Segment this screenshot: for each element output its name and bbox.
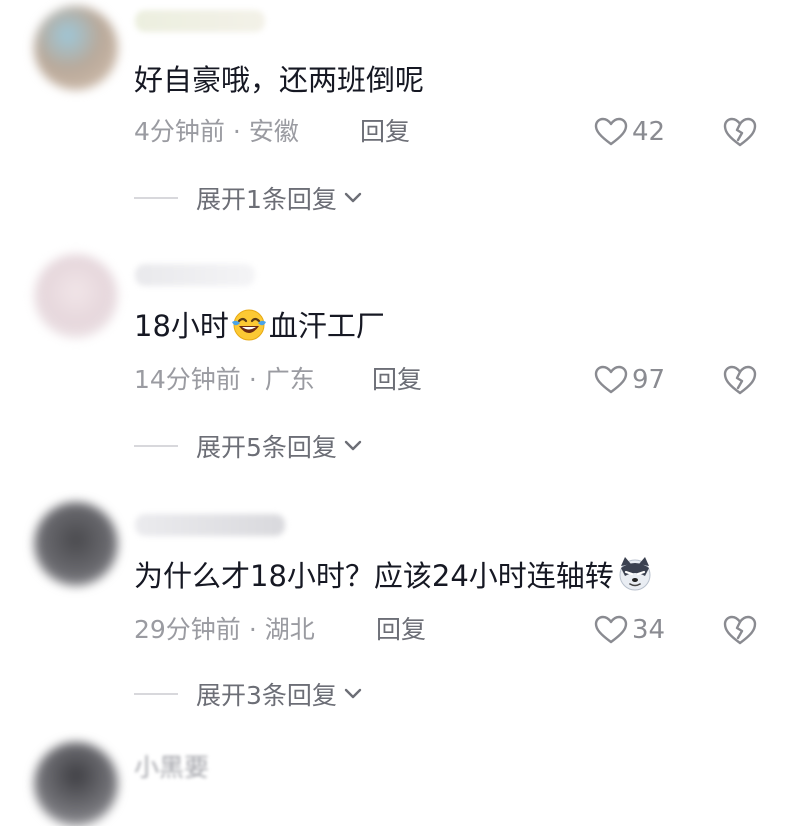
comment-item-3: 为什么才18小时？应该24小时连轴转 29分钟前 · 湖北 回复 34 展开3条回复	[0, 500, 800, 750]
separator-dot: ·	[248, 365, 257, 394]
comment-item-1: 好自豪哦，还两班倒呢 4分钟前 · 安徽 回复 42 展开1条回复	[0, 0, 800, 250]
divider-line	[134, 197, 178, 199]
comment-location: 广东	[264, 365, 315, 394]
heart-icon	[594, 365, 628, 394]
comment-time: 4分钟前	[134, 117, 225, 146]
like-count: 42	[632, 117, 666, 147]
comment-text-part: 为什么才18小时？应该24小时连轴转	[134, 559, 614, 593]
comment-location: 湖北	[264, 615, 315, 644]
chevron-down-icon	[344, 688, 362, 699]
expand-replies-button[interactable]: 展开1条回复	[134, 182, 363, 214]
expand-replies-label: 展开5条回复	[196, 433, 337, 462]
like-button[interactable]: 42	[594, 116, 665, 148]
divider-line	[134, 445, 178, 447]
crying-laughing-emoji	[231, 309, 266, 341]
username[interactable]	[135, 10, 265, 32]
expand-replies-button[interactable]: 展开3条回复	[134, 678, 363, 710]
separator-dot: ·	[232, 117, 241, 146]
reply-button[interactable]: 回复	[372, 364, 422, 396]
comment-text: 为什么才18小时？应该24小时连轴转	[134, 556, 656, 594]
expand-replies-button[interactable]: 展开5条回复	[134, 430, 363, 462]
comment-item-2: 18小时 血汗工厂 14分钟前 · 广东 回复 97 展开5条回复	[0, 250, 800, 500]
husky-dog-emoji	[619, 557, 651, 591]
like-count: 34	[632, 615, 666, 645]
comment-text: 好自豪哦，还两班倒呢	[134, 63, 425, 97]
divider-line	[134, 693, 178, 695]
like-button[interactable]: 34	[594, 614, 665, 646]
heart-icon	[594, 117, 628, 146]
like-count: 97	[632, 365, 666, 395]
chevron-down-icon	[344, 440, 362, 451]
broken-heart-icon[interactable]	[722, 364, 758, 396]
comment-text-part: 18小时	[134, 309, 229, 343]
chevron-down-icon	[344, 192, 362, 203]
avatar[interactable]	[34, 254, 118, 338]
broken-heart-icon[interactable]	[722, 614, 758, 646]
username[interactable]: 小黑要	[134, 748, 209, 784]
reply-button[interactable]: 回复	[360, 116, 410, 148]
broken-heart-icon[interactable]	[722, 116, 758, 148]
heart-icon	[594, 615, 628, 644]
avatar[interactable]	[34, 742, 118, 826]
comment-meta: 4分钟前 · 安徽	[134, 116, 299, 148]
comment-time: 14分钟前	[134, 365, 241, 394]
comment-time: 29分钟前	[134, 615, 241, 644]
expand-replies-label: 展开3条回复	[196, 681, 337, 710]
comment-meta: 14分钟前 · 广东	[134, 364, 315, 396]
avatar[interactable]	[34, 502, 118, 586]
comment-text: 18小时 血汗工厂	[134, 308, 385, 344]
avatar[interactable]	[34, 6, 118, 90]
comment-location: 安徽	[248, 117, 299, 146]
comment-meta: 29分钟前 · 湖北	[134, 614, 315, 646]
username[interactable]	[135, 514, 285, 536]
reply-button[interactable]: 回复	[376, 614, 426, 646]
like-button[interactable]: 97	[594, 364, 665, 396]
expand-replies-label: 展开1条回复	[196, 185, 337, 214]
separator-dot: ·	[248, 615, 257, 644]
comment-text-part: 血汗工厂	[268, 309, 385, 343]
username[interactable]	[135, 264, 255, 286]
